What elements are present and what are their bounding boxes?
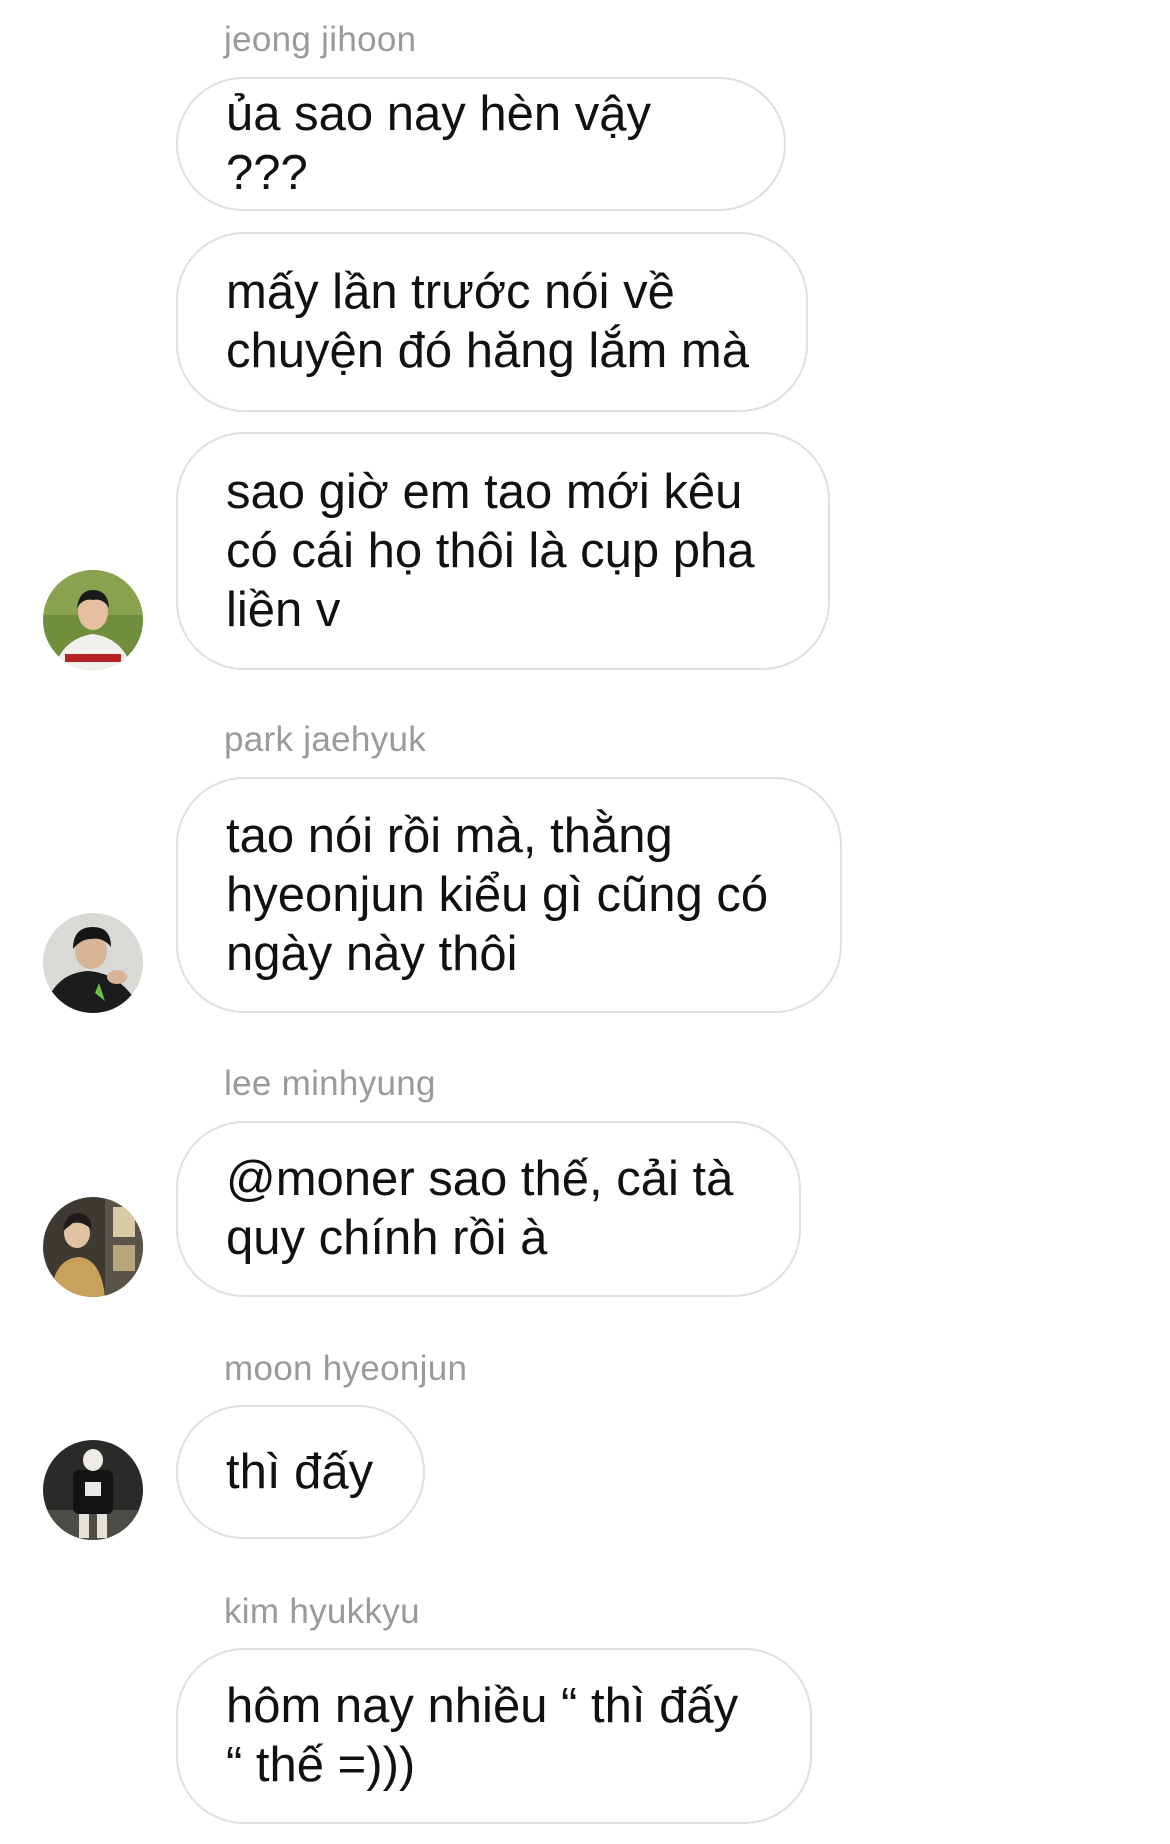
sender-name: park jaehyuk — [224, 720, 427, 759]
avatar-lee-minhyung[interactable] — [43, 1197, 143, 1297]
message-bubble[interactable]: sao giờ em tao mới kêu có cái họ thôi là… — [176, 432, 830, 670]
avatar-jeong-jihoon[interactable] — [43, 570, 143, 670]
message-bubble[interactable]: @moner sao thế, cải tà quy chính rồi à — [176, 1121, 801, 1297]
sender-name: lee minhyung — [224, 1064, 436, 1103]
message-bubble[interactable]: thì đấy — [176, 1405, 425, 1539]
message-bubble[interactable]: mấy lần trước nói về chuyện đó hăng lắm … — [176, 232, 808, 412]
sender-name: jeong jihoon — [224, 20, 417, 59]
sender-name: moon hyeonjun — [224, 1349, 468, 1388]
avatar-moon-hyeonjun[interactable] — [43, 1440, 143, 1540]
avatar-park-jaehyuk[interactable] — [43, 913, 143, 1013]
message-bubble[interactable]: hôm nay nhiều “ thì đấy “ thế =))) — [176, 1648, 812, 1824]
message-bubble[interactable]: ủa sao nay hèn vậy ??? — [176, 77, 786, 211]
sender-name: kim hyukkyu — [224, 1592, 420, 1631]
message-bubble[interactable]: tao nói rồi mà, thằng hyeonjun kiểu gì c… — [176, 777, 842, 1013]
